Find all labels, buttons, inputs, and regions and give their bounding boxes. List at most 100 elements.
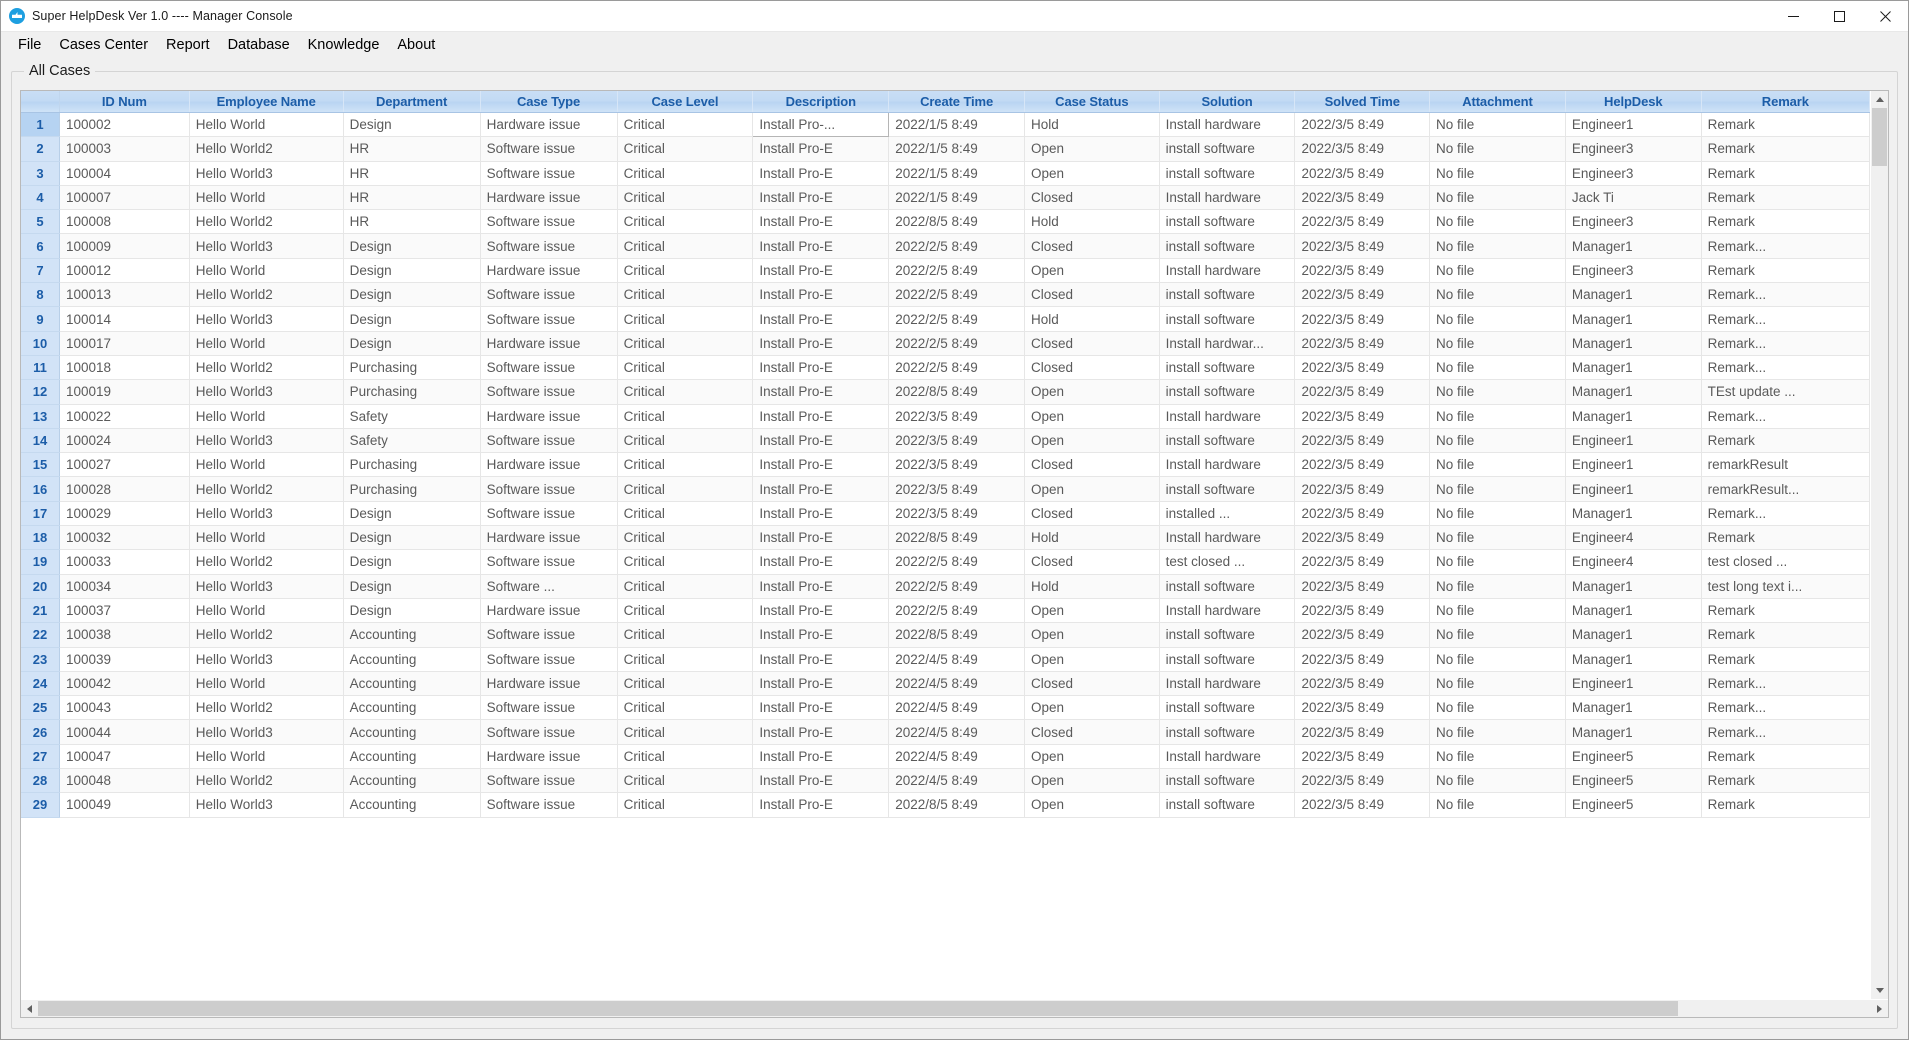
cell-case-type[interactable]: Hardware issue <box>480 526 617 550</box>
cell-create-time[interactable]: 2022/2/5 8:49 <box>889 331 1025 355</box>
cell-helpdesk[interactable]: Manager1 <box>1565 598 1701 622</box>
cell-solution[interactable]: install software <box>1159 477 1295 501</box>
cell-case-level[interactable]: Critical <box>617 720 753 744</box>
cell-remark[interactable]: test closed ... <box>1701 550 1869 574</box>
cell-case-type[interactable]: Hardware issue <box>480 453 617 477</box>
vertical-scrollbar[interactable] <box>1870 91 1888 999</box>
cell-description[interactable]: Install Pro-E <box>753 185 889 209</box>
cell-helpdesk[interactable]: Manager1 <box>1565 234 1701 258</box>
cell-solved-time[interactable]: 2022/3/5 8:49 <box>1295 428 1430 452</box>
cell-helpdesk[interactable]: Manager1 <box>1565 501 1701 525</box>
menu-item-report[interactable]: Report <box>157 35 219 55</box>
row-header-cell[interactable]: 15 <box>21 453 59 477</box>
cell-description[interactable]: Install Pro-E <box>753 744 889 768</box>
cell-remark[interactable]: TEst update ... <box>1701 380 1869 404</box>
table-row[interactable]: 6100009Hello World3DesignSoftware issueC… <box>21 234 1870 258</box>
cell-department[interactable]: Design <box>343 234 480 258</box>
cell-description[interactable]: Install Pro-E <box>753 453 889 477</box>
cell-helpdesk[interactable]: Engineer3 <box>1565 258 1701 282</box>
cell-remark[interactable]: Remark <box>1701 428 1869 452</box>
cell-remark[interactable]: Remark <box>1701 769 1869 793</box>
cell-id-num[interactable]: 100032 <box>59 526 189 550</box>
table-row[interactable]: 5100008Hello World2HRSoftware issueCriti… <box>21 210 1870 234</box>
cell-helpdesk[interactable]: Manager1 <box>1565 331 1701 355</box>
cell-helpdesk[interactable]: Manager1 <box>1565 696 1701 720</box>
cell-id-num[interactable]: 100037 <box>59 598 189 622</box>
cell-id-num[interactable]: 100042 <box>59 671 189 695</box>
cell-helpdesk[interactable]: Manager1 <box>1565 307 1701 331</box>
cell-case-level[interactable]: Critical <box>617 185 753 209</box>
cell-case-status[interactable]: Open <box>1025 647 1160 671</box>
cell-create-time[interactable]: 2022/1/5 8:49 <box>889 185 1025 209</box>
column-header-id-num[interactable]: ID Num <box>59 91 189 113</box>
cell-case-level[interactable]: Critical <box>617 113 753 137</box>
cell-employee-name[interactable]: Hello World2 <box>189 137 343 161</box>
cell-case-type[interactable]: Software issue <box>480 161 617 185</box>
cell-department[interactable]: Design <box>343 598 480 622</box>
cell-employee-name[interactable]: Hello World <box>189 331 343 355</box>
cell-attachment[interactable]: No file <box>1430 647 1566 671</box>
cell-case-status[interactable]: Closed <box>1025 283 1160 307</box>
cell-solution[interactable]: Install hardwar... <box>1159 331 1295 355</box>
cell-solution[interactable]: install software <box>1159 623 1295 647</box>
row-header-cell[interactable]: 6 <box>21 234 59 258</box>
cell-case-type[interactable]: Software issue <box>480 623 617 647</box>
cell-description[interactable]: Install Pro-E <box>753 210 889 234</box>
cell-department[interactable]: Design <box>343 283 480 307</box>
cell-employee-name[interactable]: Hello World3 <box>189 574 343 598</box>
column-header-create-time[interactable]: Create Time <box>889 91 1025 113</box>
cell-description[interactable]: Install Pro-E <box>753 574 889 598</box>
cell-attachment[interactable]: No file <box>1430 355 1566 379</box>
cell-solved-time[interactable]: 2022/3/5 8:49 <box>1295 404 1430 428</box>
cell-case-type[interactable]: Software issue <box>480 210 617 234</box>
row-header-cell[interactable]: 19 <box>21 550 59 574</box>
cell-case-level[interactable]: Critical <box>617 283 753 307</box>
cell-solution[interactable]: Install hardware <box>1159 258 1295 282</box>
cell-remark[interactable]: Remark <box>1701 210 1869 234</box>
cell-case-level[interactable]: Critical <box>617 526 753 550</box>
menu-item-cases-center[interactable]: Cases Center <box>50 35 157 55</box>
cell-employee-name[interactable]: Hello World2 <box>189 696 343 720</box>
cell-attachment[interactable]: No file <box>1430 234 1566 258</box>
cell-remark[interactable]: Remark <box>1701 161 1869 185</box>
table-row[interactable]: 22100038Hello World2AccountingSoftware i… <box>21 623 1870 647</box>
cell-case-status[interactable]: Closed <box>1025 355 1160 379</box>
cell-case-type[interactable]: Hardware issue <box>480 113 617 137</box>
cell-create-time[interactable]: 2022/3/5 8:49 <box>889 404 1025 428</box>
table-row[interactable]: 21100037Hello WorldDesignHardware issueC… <box>21 598 1870 622</box>
cell-description[interactable]: Install Pro-E <box>753 477 889 501</box>
cell-id-num[interactable]: 100002 <box>59 113 189 137</box>
cell-case-status[interactable]: Open <box>1025 477 1160 501</box>
cell-employee-name[interactable]: Hello World <box>189 744 343 768</box>
cell-remark[interactable]: Remark <box>1701 647 1869 671</box>
cell-create-time[interactable]: 2022/8/5 8:49 <box>889 793 1025 817</box>
cell-employee-name[interactable]: Hello World3 <box>189 307 343 331</box>
cell-case-status[interactable]: Open <box>1025 793 1160 817</box>
cell-case-type[interactable]: Software issue <box>480 283 617 307</box>
cell-case-status[interactable]: Closed <box>1025 185 1160 209</box>
cell-employee-name[interactable]: Hello World <box>189 671 343 695</box>
cell-remark[interactable]: Remark... <box>1701 671 1869 695</box>
cell-case-level[interactable]: Critical <box>617 671 753 695</box>
cell-solved-time[interactable]: 2022/3/5 8:49 <box>1295 501 1430 525</box>
cell-case-status[interactable]: Closed <box>1025 501 1160 525</box>
cell-solution[interactable]: install software <box>1159 428 1295 452</box>
horizontal-scrollbar[interactable] <box>21 999 1888 1017</box>
cell-id-num[interactable]: 100034 <box>59 574 189 598</box>
cell-case-level[interactable]: Critical <box>617 210 753 234</box>
cell-case-status[interactable]: Open <box>1025 623 1160 647</box>
cell-id-num[interactable]: 100043 <box>59 696 189 720</box>
cell-solution[interactable]: install software <box>1159 161 1295 185</box>
cell-id-num[interactable]: 100013 <box>59 283 189 307</box>
cell-employee-name[interactable]: Hello World2 <box>189 769 343 793</box>
cell-case-type[interactable]: Hardware issue <box>480 331 617 355</box>
cell-case-status[interactable]: Open <box>1025 161 1160 185</box>
cell-case-type[interactable]: Software issue <box>480 137 617 161</box>
row-header-cell[interactable]: 27 <box>21 744 59 768</box>
horizontal-scroll-track[interactable] <box>38 1000 1871 1017</box>
cell-id-num[interactable]: 100038 <box>59 623 189 647</box>
cell-employee-name[interactable]: Hello World <box>189 404 343 428</box>
table-row[interactable]: 1100002Hello WorldDesignHardware issueCr… <box>21 113 1870 137</box>
cell-id-num[interactable]: 100047 <box>59 744 189 768</box>
cell-remark[interactable]: Remark <box>1701 258 1869 282</box>
